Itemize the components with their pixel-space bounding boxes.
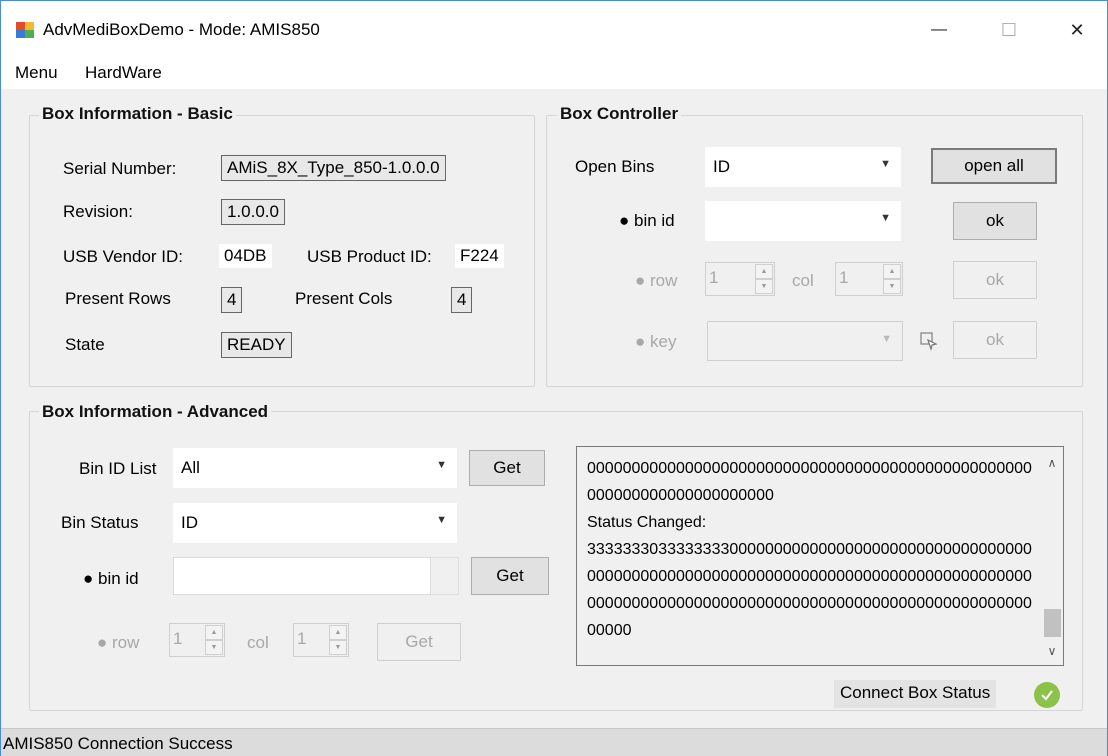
maximize-button[interactable]: ☐ (981, 1, 1037, 59)
minimize-button[interactable]: — (911, 1, 967, 59)
bin-id-list-value: All (181, 458, 200, 477)
box-controller-title: Box Controller (557, 104, 682, 124)
chevron-down-icon: ▼ (881, 333, 892, 345)
advanced-bin-id-label: ● bin id (83, 569, 139, 588)
controller-col-stepper[interactable]: 1 ▲ ▼ (835, 262, 903, 296)
advanced-row-value: 1 (173, 629, 183, 648)
minimize-icon: — (931, 21, 947, 38)
bin-id-get-label: Get (496, 566, 524, 585)
usb-vendor-id-value: 04DB (219, 244, 272, 268)
maximize-icon: ☐ (1000, 19, 1018, 40)
bin-status-label: Bin Status (61, 513, 139, 532)
controller-bin-id-label: ● bin id (619, 211, 675, 230)
chevron-down-icon: ▼ (880, 212, 891, 224)
open-bins-select-value: ID (713, 157, 730, 176)
status-bar: AMIS850 Connection Success (1, 728, 1107, 756)
row-col-get-button[interactable]: Get (377, 623, 461, 661)
spin-up-icon[interactable]: ▲ (883, 264, 901, 279)
row-col-get-label: Get (405, 632, 433, 651)
spin-up-icon[interactable]: ▲ (205, 625, 223, 640)
controller-row-label: ● row (635, 271, 678, 290)
menu-item-hardware[interactable]: HardWare (85, 63, 162, 83)
key-picker-icon[interactable] (919, 331, 939, 351)
controller-key-label: ● key (635, 332, 677, 351)
bin-status-select[interactable]: ID ▼ (173, 503, 457, 543)
bin-id-get-button[interactable]: Get (471, 557, 549, 595)
spin-down-icon[interactable]: ▼ (883, 279, 901, 294)
basic-info-title: Box Information - Basic (39, 104, 236, 124)
bin-status-value: ID (181, 513, 198, 532)
close-icon: ✕ (1069, 19, 1085, 40)
title-bar: AdvMediBoxDemo - Mode: AMIS850 — ☐ ✕ (1, 1, 1107, 59)
menu-item-menu[interactable]: Menu (15, 63, 58, 83)
chevron-down-icon: ▼ (436, 514, 447, 526)
advanced-row-label: ● row (97, 633, 140, 652)
status-log-text: 0000000000000000000000000000000000000000… (587, 460, 1032, 639)
controller-bin-id-select[interactable]: ▼ (705, 201, 901, 241)
main-window: AdvMediBoxDemo - Mode: AMIS850 — ☐ ✕ Men… (0, 0, 1108, 756)
scroll-thumb[interactable] (1044, 609, 1061, 637)
status-bar-text: AMIS850 Connection Success (3, 734, 233, 753)
state-value: READY (221, 332, 292, 358)
status-log-box[interactable]: 0000000000000000000000000000000000000000… (576, 446, 1064, 666)
scroll-up-icon[interactable]: ∧ (1041, 453, 1063, 473)
window-title: AdvMediBoxDemo - Mode: AMIS850 (43, 20, 320, 39)
key-ok-button-label: ok (986, 330, 1004, 349)
spin-down-icon[interactable]: ▼ (329, 640, 347, 655)
spin-down-icon[interactable]: ▼ (755, 279, 773, 294)
app-icon (16, 22, 34, 38)
bin-id-ok-button[interactable]: ok (953, 202, 1037, 240)
scroll-down-icon[interactable]: ∨ (1041, 641, 1063, 661)
spin-up-icon[interactable]: ▲ (329, 625, 347, 640)
input-side-panel (430, 558, 458, 594)
open-all-button[interactable]: open all (931, 148, 1057, 184)
serial-number-label: Serial Number: (63, 159, 177, 178)
bin-id-list-get-label: Get (493, 458, 521, 477)
bin-id-ok-button-label: ok (986, 211, 1004, 230)
present-rows-value: 4 (221, 287, 243, 313)
log-scrollbar[interactable]: ∧ ∨ (1041, 447, 1063, 665)
chevron-down-icon: ▼ (436, 459, 447, 471)
bin-id-list-label: Bin ID List (79, 459, 157, 478)
usb-vendor-id-label: USB Vendor ID: (63, 247, 184, 266)
row-col-ok-button-label: ok (986, 270, 1004, 289)
usb-product-id-value: F224 (455, 244, 504, 268)
serial-number-value: AMiS_8X_Type_850-1.0.0.0 (221, 155, 446, 181)
revision-label: Revision: (63, 202, 133, 221)
menu-bar: Menu HardWare (1, 59, 1107, 89)
advanced-col-value: 1 (297, 629, 307, 648)
open-bins-label: Open Bins (575, 157, 655, 176)
controller-key-select[interactable]: ▼ (707, 321, 903, 361)
connection-ok-icon (1034, 682, 1060, 708)
spin-up-icon[interactable]: ▲ (755, 264, 773, 279)
controller-row-stepper[interactable]: 1 ▲ ▼ (705, 262, 775, 296)
advanced-bin-id-input[interactable] (173, 557, 459, 595)
usb-product-id-label: USB Product ID: (307, 247, 432, 266)
present-cols-value: 4 (451, 287, 473, 313)
advanced-col-label: col (247, 633, 269, 652)
controller-row-value: 1 (709, 268, 719, 287)
controller-col-label: col (792, 271, 814, 290)
revision-value: 1.0.0.0 (221, 199, 285, 225)
bin-id-list-get-button[interactable]: Get (469, 450, 545, 486)
close-button[interactable]: ✕ (1049, 1, 1105, 59)
spin-down-icon[interactable]: ▼ (205, 640, 223, 655)
connect-box-status-label: Connect Box Status (834, 680, 997, 708)
advanced-col-stepper[interactable]: 1 ▲ ▼ (293, 623, 349, 657)
chevron-down-icon: ▼ (880, 158, 891, 170)
open-bins-select[interactable]: ID ▼ (705, 147, 901, 187)
bin-id-list-select[interactable]: All ▼ (173, 448, 457, 488)
row-col-ok-button[interactable]: ok (953, 261, 1037, 299)
advanced-info-title: Box Information - Advanced (39, 402, 272, 422)
key-ok-button[interactable]: ok (953, 321, 1037, 359)
controller-col-value: 1 (839, 268, 849, 287)
present-rows-label: Present Rows (65, 289, 171, 308)
open-all-button-label: open all (964, 156, 1024, 175)
present-cols-label: Present Cols (295, 289, 393, 308)
state-label: State (65, 335, 105, 354)
advanced-row-stepper[interactable]: 1 ▲ ▼ (169, 623, 225, 657)
